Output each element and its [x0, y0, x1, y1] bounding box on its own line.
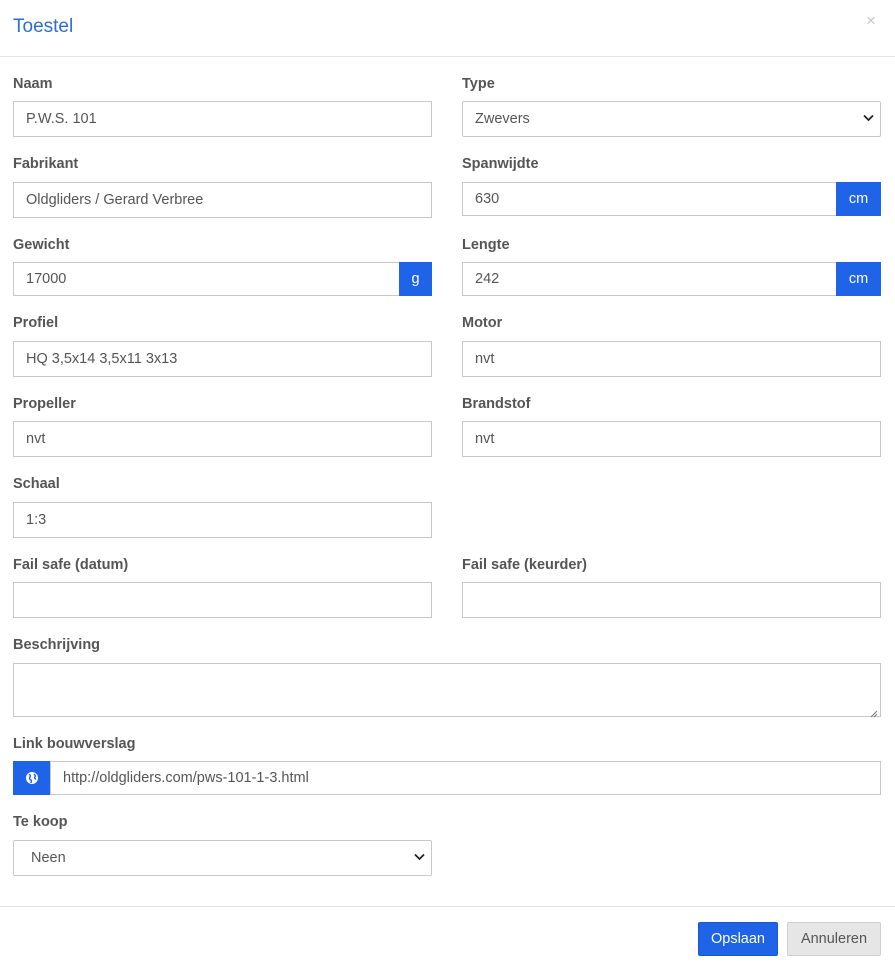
propeller-label: Propeller	[13, 396, 76, 412]
schaal-input[interactable]: 1:3	[13, 502, 432, 538]
footer-divider	[0, 906, 895, 907]
link-label: Link bouwverslag	[13, 736, 136, 752]
profiel-label: Profiel	[13, 315, 59, 331]
lengte-input[interactable]: 242	[462, 262, 837, 296]
spanwijdte-value: 630	[475, 191, 500, 207]
chevron-down-icon	[414, 852, 425, 864]
resize-handle-icon[interactable]	[870, 706, 878, 718]
schaal-value: 1:3	[26, 512, 47, 528]
lengte-unit: cm	[836, 262, 881, 296]
type-value: Zwevers	[475, 111, 530, 127]
save-button[interactable]: Opslaan	[698, 922, 778, 956]
globe-icon	[13, 761, 51, 795]
modal-header: Toestel ×	[0, 0, 895, 57]
beschrijving-textarea[interactable]	[13, 663, 881, 718]
spanwijdte-unit: cm	[836, 182, 881, 216]
gewicht-value: 17000	[26, 271, 67, 287]
modal-title: Toestel	[13, 16, 74, 37]
failsafe-datum-label: Fail safe (datum)	[13, 557, 129, 573]
type-select[interactable]: Zwevers	[462, 101, 881, 137]
propeller-input[interactable]: nvt	[13, 421, 432, 457]
link-input[interactable]: http://oldgliders.com/pws-101-1-3.html	[50, 761, 881, 795]
motor-label: Motor	[462, 315, 503, 331]
spanwijdte-input[interactable]: 630	[462, 182, 837, 216]
beschrijving-label: Beschrijving	[13, 637, 101, 653]
motor-value: nvt	[475, 351, 495, 367]
lengte-value: 242	[475, 271, 500, 287]
cancel-button[interactable]: Annuleren	[787, 922, 881, 956]
te-koop-value: Neen	[31, 850, 66, 866]
te-koop-label: Te koop	[13, 814, 68, 830]
spanwijdte-label: Spanwijdte	[462, 156, 539, 172]
schaal-label: Schaal	[13, 476, 60, 492]
profiel-value: HQ 3,5x14 3,5x11 3x13	[26, 351, 178, 367]
gewicht-unit: g	[399, 262, 432, 296]
brandstof-input[interactable]: nvt	[462, 421, 881, 457]
type-label: Type	[462, 76, 495, 92]
fabrikant-input[interactable]: Oldgliders / Gerard Verbree	[13, 182, 432, 218]
gewicht-input[interactable]: 17000	[13, 262, 400, 296]
lengte-label: Lengte	[462, 237, 510, 253]
gewicht-label: Gewicht	[13, 237, 70, 253]
motor-input[interactable]: nvt	[462, 341, 881, 377]
failsafe-keurder-input[interactable]	[462, 582, 881, 618]
propeller-value: nvt	[26, 431, 46, 447]
failsafe-datum-input[interactable]	[13, 582, 432, 618]
close-icon[interactable]: ×	[866, 11, 876, 31]
naam-value: P.W.S. 101	[26, 111, 97, 127]
brandstof-label: Brandstof	[462, 396, 531, 412]
naam-input[interactable]: P.W.S. 101	[13, 101, 432, 137]
failsafe-keurder-label: Fail safe (keurder)	[462, 557, 587, 573]
link-value: http://oldgliders.com/pws-101-1-3.html	[63, 770, 309, 786]
fabrikant-label: Fabrikant	[13, 156, 79, 172]
fabrikant-value: Oldgliders / Gerard Verbree	[26, 192, 204, 208]
te-koop-select[interactable]: Neen	[13, 840, 432, 876]
naam-label: Naam	[13, 76, 53, 92]
brandstof-value: nvt	[475, 431, 495, 447]
profiel-input[interactable]: HQ 3,5x14 3,5x11 3x13	[13, 341, 432, 377]
chevron-down-icon	[863, 113, 874, 125]
